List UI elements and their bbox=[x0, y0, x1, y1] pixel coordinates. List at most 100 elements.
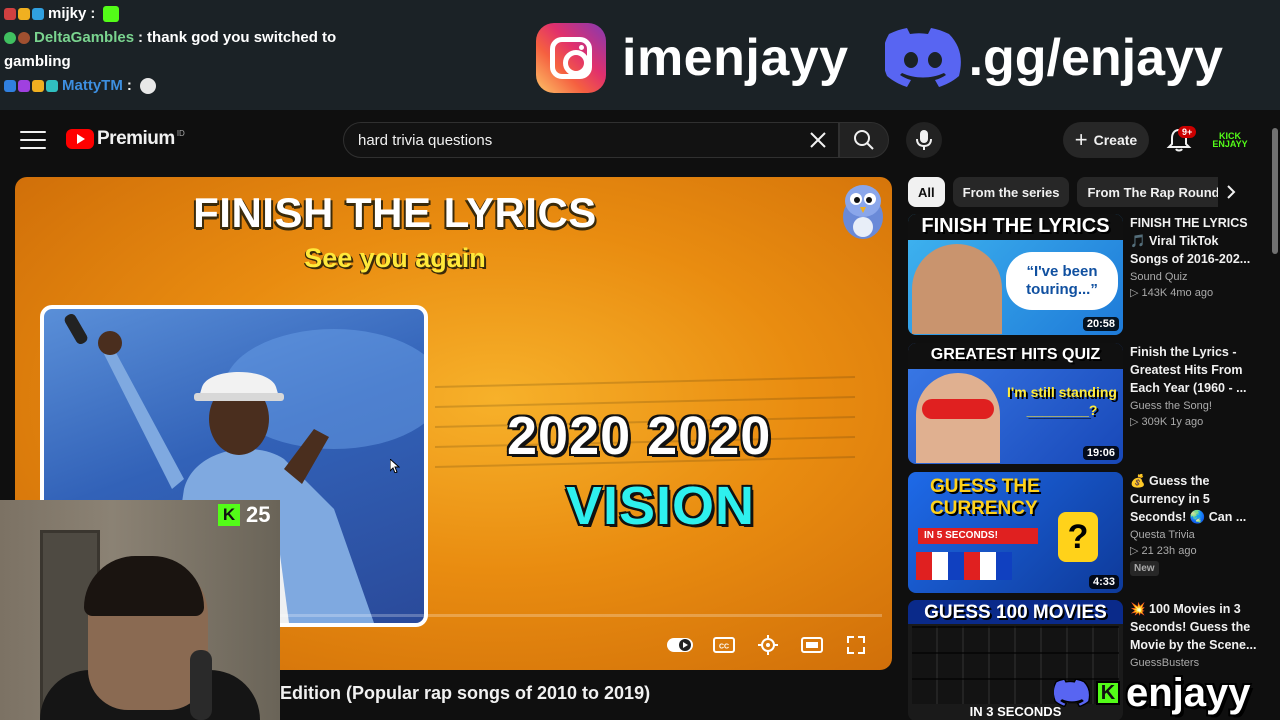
discord-icon bbox=[1054, 679, 1090, 707]
discord-invite: .gg/enjayy bbox=[968, 29, 1223, 87]
chat-username: DeltaGambles bbox=[34, 29, 135, 46]
create-button[interactable]: + Create bbox=[1063, 122, 1149, 158]
lyric-line-1: 2020 2020 bbox=[507, 406, 772, 466]
thumbnail-quote: I'm still standing ________? bbox=[1007, 384, 1117, 418]
video-stats: ▷ 143K 4mo ago bbox=[1130, 287, 1214, 299]
chat-badges bbox=[4, 80, 58, 92]
video-thumbnail[interactable]: FINISH THE LYRICS “I've been touring...”… bbox=[908, 214, 1123, 335]
settings-button[interactable] bbox=[746, 629, 790, 661]
stream-chat: mijky : DeltaGambles : thank god you swi… bbox=[4, 2, 424, 98]
video-stats: ▷ 309K 1y ago bbox=[1130, 416, 1204, 428]
video-title: Edition (Popular rap songs of 2010 to 20… bbox=[280, 683, 651, 703]
video-thumbnail[interactable]: GUESS THE CURRENCY IN 5 SECONDS! ? 4:33 bbox=[908, 472, 1123, 593]
player-controls: CC bbox=[658, 629, 878, 661]
video-meta: FINISH THE LYRICS 🎵 Viral TikTok Songs o… bbox=[1130, 214, 1260, 299]
new-badge: New bbox=[1130, 561, 1159, 576]
chips-next-button[interactable] bbox=[1218, 177, 1244, 207]
video-title[interactable]: Finish the Lyrics - Greatest Hits From E… bbox=[1130, 343, 1260, 397]
lyric-line-2: VISION bbox=[566, 476, 756, 536]
video-meta: 💥 100 Movies in 3 Seconds! Guess the Mov… bbox=[1130, 600, 1260, 669]
chat-message: DeltaGambles : thank god you switched to bbox=[4, 26, 424, 50]
video-overlay-title: FINISH THE LYRICS bbox=[193, 189, 597, 236]
mascot-bird-icon bbox=[843, 185, 883, 239]
create-label: Create bbox=[1093, 132, 1138, 148]
chat-message: MattyTM : bbox=[4, 74, 424, 98]
page-scrollbar[interactable] bbox=[1268, 116, 1280, 720]
badge-icon bbox=[18, 8, 30, 20]
song-name: See you again bbox=[304, 243, 486, 273]
youtube-header: Premium ID + Create bbox=[0, 116, 1268, 164]
mouse-cursor-icon bbox=[390, 459, 400, 473]
webcam-person-hair bbox=[84, 556, 204, 616]
fullscreen-icon bbox=[847, 636, 865, 654]
search-input[interactable] bbox=[358, 123, 798, 157]
voice-search-button[interactable] bbox=[906, 122, 942, 158]
account-avatar[interactable]: KICK ENJAYY bbox=[1212, 126, 1248, 154]
social-handles: imenjayy .gg/enjayy bbox=[536, 20, 1223, 96]
theater-mode-button[interactable] bbox=[790, 629, 834, 661]
channel-name[interactable]: Questa Trivia bbox=[1130, 529, 1260, 541]
chat-username: mijky bbox=[48, 5, 87, 22]
question-mark-icon: ? bbox=[1058, 512, 1098, 562]
thumbnail-title: FINISH THE LYRICS bbox=[921, 215, 1110, 237]
video-stats: ▷ 21 23h ago bbox=[1130, 545, 1197, 557]
thumbnail-quote: IN 5 SECONDS! bbox=[918, 528, 1038, 544]
streamer-webcam bbox=[0, 500, 280, 720]
video-duration: 4:33 bbox=[1088, 575, 1119, 589]
search-box bbox=[343, 122, 839, 158]
scrollbar-thumb[interactable] bbox=[1272, 128, 1278, 254]
chevron-right-icon bbox=[1227, 185, 1236, 199]
notification-count-badge: 9+ bbox=[1178, 126, 1197, 138]
discord-icon bbox=[884, 28, 961, 87]
video-meta: Finish the Lyrics - Greatest Hits From E… bbox=[1130, 343, 1260, 428]
fullscreen-button[interactable] bbox=[834, 629, 878, 661]
chat-text: gambling bbox=[4, 53, 71, 70]
youtube-logo[interactable]: Premium ID bbox=[66, 128, 185, 150]
microphone-icon bbox=[916, 130, 932, 150]
video-title[interactable]: 💰 Guess the Currency in 5 Seconds! 🌏 Can… bbox=[1130, 472, 1260, 526]
recommended-video[interactable]: FINISH THE LYRICS “I've been touring...”… bbox=[908, 214, 1258, 336]
recommended-video[interactable]: GUESS THE CURRENCY IN 5 SECONDS! ? 4:33 … bbox=[908, 472, 1258, 594]
search-button[interactable] bbox=[839, 122, 889, 158]
chat-separator: : bbox=[138, 29, 144, 46]
video-thumbnail[interactable]: GREATEST HITS QUIZ I'm still standing __… bbox=[908, 343, 1123, 464]
verified-icon bbox=[4, 32, 16, 44]
badge-icon bbox=[18, 32, 30, 44]
autoplay-toggle[interactable] bbox=[658, 629, 702, 661]
chat-text: thank god you switched to bbox=[147, 29, 337, 46]
badge-icon bbox=[4, 8, 16, 20]
stream-brand-overlay: K enjayy bbox=[1054, 668, 1251, 718]
channel-name[interactable]: Sound Quiz bbox=[1130, 271, 1260, 283]
kick-viewer-counter: K 25 bbox=[218, 502, 270, 528]
chat-username: MattyTM bbox=[62, 77, 123, 94]
filter-chips: All From the series From The Rap Round bbox=[908, 177, 1248, 207]
screen: mijky : DeltaGambles : thank god you swi… bbox=[0, 0, 1280, 720]
thumbnail-title: GUESS 100 MOVIES bbox=[924, 602, 1107, 623]
captions-button[interactable]: CC bbox=[702, 629, 746, 661]
chip-all[interactable]: All bbox=[908, 177, 945, 207]
kick-logo-icon: K bbox=[1096, 681, 1120, 705]
badge-icon bbox=[32, 8, 44, 20]
chat-message: mijky : bbox=[4, 2, 424, 26]
video-title[interactable]: 💥 100 Movies in 3 Seconds! Guess the Mov… bbox=[1130, 600, 1260, 654]
thumbnail-person bbox=[912, 244, 1002, 334]
chip-from-the-series[interactable]: From the series bbox=[952, 177, 1070, 207]
video-title[interactable]: FINISH THE LYRICS 🎵 Viral TikTok Songs o… bbox=[1130, 214, 1260, 268]
chat-separator: : bbox=[90, 5, 96, 22]
theater-mode-icon bbox=[801, 637, 823, 653]
channel-name[interactable]: Guess the Song! bbox=[1130, 400, 1260, 412]
flags-strip bbox=[916, 552, 1012, 580]
video-duration: 20:58 bbox=[1082, 317, 1119, 331]
chip-from-the-rap-round[interactable]: From The Rap Round bbox=[1077, 177, 1230, 207]
thumbnail-glasses bbox=[922, 399, 994, 419]
hamburger-menu-icon[interactable] bbox=[20, 128, 46, 152]
emote-icon bbox=[103, 6, 120, 22]
thumbnail-title: GREATEST HITS QUIZ bbox=[930, 346, 1101, 363]
region-code: ID bbox=[176, 128, 185, 138]
clear-search-icon[interactable] bbox=[805, 127, 831, 153]
instagram-handle: imenjayy bbox=[622, 29, 849, 87]
avatar-text: KICK ENJAYY bbox=[1212, 131, 1248, 149]
thumbnail-quote: “I've been touring...” bbox=[1006, 252, 1118, 310]
chat-message-continued: gambling bbox=[4, 50, 424, 74]
recommended-video[interactable]: GREATEST HITS QUIZ I'm still standing __… bbox=[908, 343, 1258, 465]
